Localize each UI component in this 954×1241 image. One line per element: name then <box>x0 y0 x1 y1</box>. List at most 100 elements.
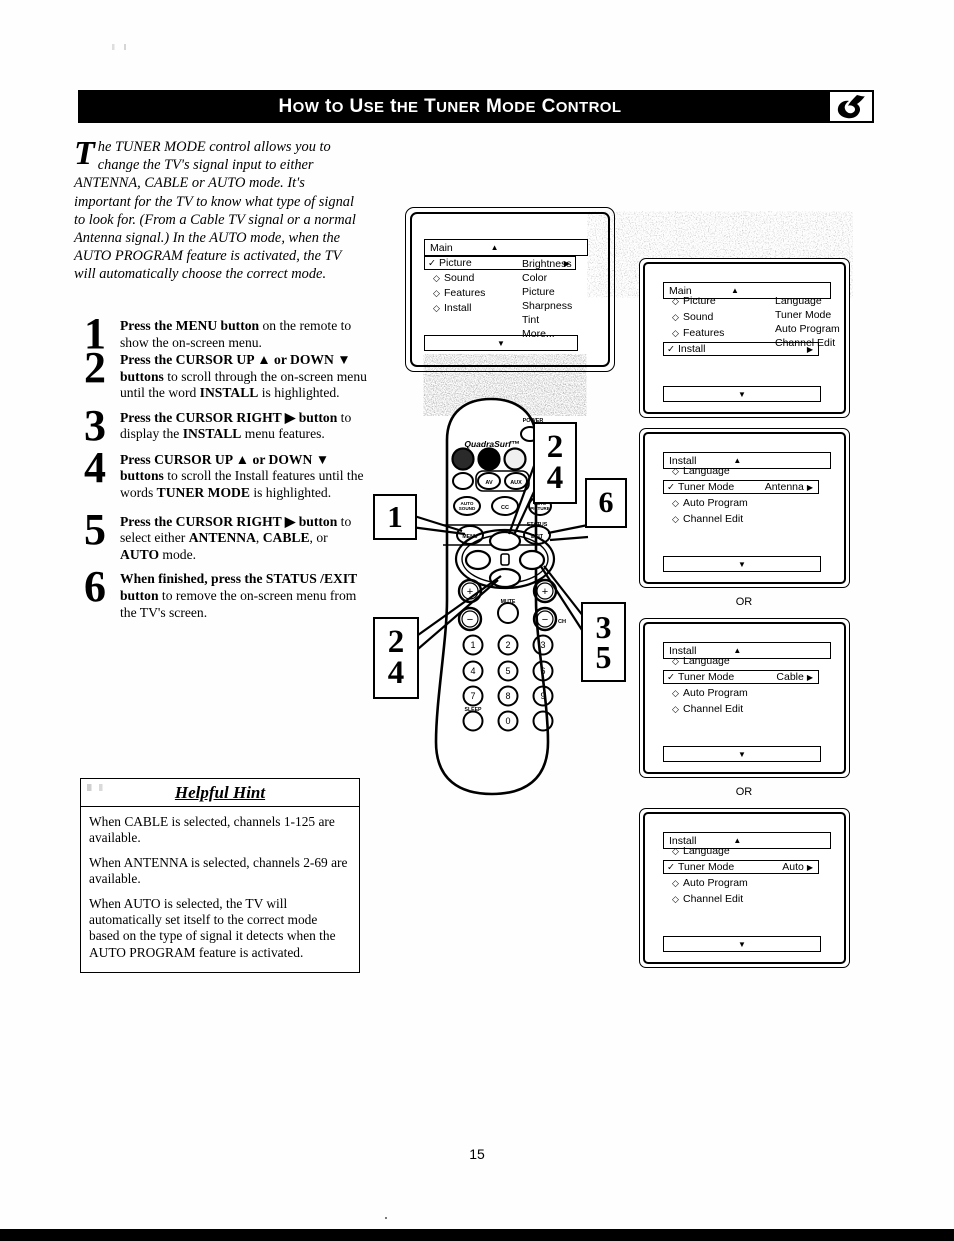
page-header-banner: HOW tO USE tHE TUNER MODE CONTROL <box>78 90 874 123</box>
callout-4-label: 4 <box>387 655 405 691</box>
osd-row-channel-edit[interactable]: ◇ Channel Edit <box>669 512 819 526</box>
osd-row-label: Sound <box>444 272 475 284</box>
osd-row-label: Channel Edit <box>683 703 744 715</box>
osd-scroll-down-bar[interactable]: ▼ <box>663 746 821 762</box>
osd-diamond-icon: ◇ <box>433 287 440 298</box>
osd-submenu-item[interactable]: Color <box>522 271 572 285</box>
osd-diamond-icon: ◇ <box>672 497 679 508</box>
osd-row-label: Language <box>683 465 730 477</box>
helpful-hint-paragraph-2: When ANTENNA is selected, channels 2-69 … <box>89 854 348 887</box>
osd-submenu-item[interactable]: Tuner Mode <box>775 308 840 322</box>
osd-row-label: Auto Program <box>683 497 748 509</box>
instruction-step-5: 5 Press the CURSOR RIGHT ▶ button to sele… <box>78 507 368 564</box>
osd-row-value: Auto <box>782 861 804 873</box>
step-text-6: When finished, press the STATUS /EXIT bu… <box>120 571 357 620</box>
osd-row-channel-edit[interactable]: ◇ Channel Edit <box>669 702 819 716</box>
osd-row-tuner-mode[interactable]: ✓ Tuner Mode Antenna ▶ <box>663 480 819 494</box>
osd-scroll-down-bar[interactable]: ▼ <box>424 335 578 351</box>
osd-check-icon: ✓ <box>428 257 436 269</box>
osd-row-label: Picture <box>439 257 472 269</box>
osd-submenu-column: Language Tuner Mode Auto Program Channel Ed… <box>775 294 840 350</box>
osd-right-arrow-icon[interactable]: ▶ <box>807 863 815 872</box>
osd-row-channel-edit[interactable]: ◇ Channel Edit <box>669 892 819 906</box>
svg-text:9: 9 <box>540 691 545 701</box>
callout-4-top-label: 4 <box>546 460 564 496</box>
step-text-1: Press the MENU button on the remote to s… <box>120 318 352 350</box>
osd-row-label: Channel Edit <box>683 893 744 905</box>
osd-submenu-item[interactable]: Sharpness <box>522 299 572 313</box>
osd-row-tuner-mode[interactable]: ✓ Tuner Mode Auto ▶ <box>663 860 819 874</box>
callout-step-6: 6 <box>585 478 627 528</box>
osd-submenu-item[interactable]: Brightness <box>522 257 572 271</box>
osd-row-language[interactable]: ◇ Language <box>669 844 819 858</box>
callout-3-label: 3 <box>595 608 612 645</box>
osd-diamond-icon: ◇ <box>672 845 679 856</box>
osd-right-arrow-icon[interactable]: ▶ <box>807 483 815 492</box>
osd-title-label: Main <box>430 241 453 254</box>
step-text-5: Press the CURSOR RIGHT ▶ button to selec… <box>120 513 352 562</box>
osd-row-label: Tuner Mode <box>678 481 735 493</box>
svg-text:PICTURE: PICTURE <box>530 506 549 511</box>
osd-diamond-icon: ◇ <box>672 687 679 698</box>
osd-row-label: Language <box>683 845 730 857</box>
svg-text:+: + <box>467 586 473 598</box>
philips-swirl-logo-icon <box>830 92 872 121</box>
svg-text:CC: CC <box>501 505 509 511</box>
osd-submenu-item[interactable]: Picture <box>522 285 572 299</box>
page-number: 15 <box>469 1146 485 1162</box>
svg-text:CH: CH <box>558 619 566 625</box>
osd-row-value: Antenna <box>764 481 804 493</box>
svg-text:+: + <box>542 586 548 598</box>
osd-row-label: Sound <box>683 311 714 323</box>
svg-text:MENU: MENU <box>462 534 478 540</box>
osd-scroll-down-bar[interactable]: ▼ <box>663 386 821 402</box>
osd-row-label: Install <box>444 302 472 314</box>
osd-row-auto-program[interactable]: ◇ Auto Program <box>669 876 819 890</box>
osd-submenu-item[interactable]: Auto Program <box>775 322 840 336</box>
osd-row-tuner-mode[interactable]: ✓ Tuner Mode Cable ▶ <box>663 670 819 684</box>
osd-title-bar[interactable]: Main ▲ <box>424 239 588 256</box>
instruction-step-4: 4 Press CURSOR UP ▲ or DOWN ▼ buttons to … <box>78 445 368 502</box>
osd-scroll-down-bar[interactable]: ▼ <box>663 936 821 952</box>
osd-submenu-item[interactable]: Tint <box>522 313 572 327</box>
osd-scroll-down-icon[interactable]: ▼ <box>497 339 505 348</box>
osd-diamond-icon: ◇ <box>672 311 679 322</box>
scan-edge-band <box>0 1229 954 1241</box>
osd-row-label: Auto Program <box>683 877 748 889</box>
osd-diamond-icon: ◇ <box>672 295 679 306</box>
step-text-4: Press CURSOR UP ▲ or DOWN ▼ buttons to s… <box>120 451 364 500</box>
osd-menu-menu-main-install: Main ▲ ◇ Picture ◇ Sound ◇ Features ✓ Install ▶ Lan… <box>641 282 846 407</box>
osd-row-auto-program[interactable]: ◇ Auto Program <box>669 686 819 700</box>
svg-text:EXIT: EXIT <box>531 534 544 540</box>
osd-row-language[interactable]: ◇ Language <box>669 654 819 668</box>
page-title: HOW tO USE tHE TUNER MODE CONTROL <box>278 95 622 117</box>
helpful-hint-title: Helpful Hint <box>174 782 266 802</box>
osd-scroll-down-icon[interactable]: ▼ <box>738 940 746 949</box>
osd-right-arrow-icon[interactable]: ▶ <box>807 673 815 682</box>
osd-scroll-up-icon[interactable]: ▲ <box>453 243 582 252</box>
svg-text:AUX: AUX <box>510 480 522 486</box>
or-label-2: OR <box>735 786 753 798</box>
osd-scroll-down-icon[interactable]: ▼ <box>738 750 746 759</box>
osd-submenu-item[interactable]: Language <box>775 294 840 308</box>
intro-paragraph: The TUNER MODE control allows you to cha… <box>74 137 362 284</box>
osd-row-language[interactable]: ◇ Language <box>669 464 819 478</box>
osd-row-auto-program[interactable]: ◇ Auto Program <box>669 496 819 510</box>
osd-submenu-item[interactable]: Channel Edit <box>775 336 840 350</box>
osd-menu-menu-install-antenna: Install ▲ ◇ Language ✓ Tuner Mode Antenna ▶ ◇ Aut… <box>641 452 846 577</box>
osd-scroll-down-bar[interactable]: ▼ <box>663 556 821 572</box>
callout-step-1: 1 <box>373 494 417 540</box>
helpful-hint-header: Helpful Hint <box>81 779 359 807</box>
intro-text: he TUNER MODE control allows you to chan… <box>74 139 356 283</box>
step-number-5: 5 <box>84 504 106 554</box>
svg-text:8: 8 <box>505 691 510 701</box>
svg-text:3: 3 <box>540 640 545 650</box>
instruction-step-3: 3 Press the CURSOR RIGHT ▶ button to disp… <box>78 403 368 447</box>
osd-scroll-down-icon[interactable]: ▼ <box>738 390 746 399</box>
svg-text:6: 6 <box>540 666 545 676</box>
osd-scroll-down-icon[interactable]: ▼ <box>738 560 746 569</box>
osd-check-icon: ✓ <box>667 861 675 873</box>
svg-text:SOUND: SOUND <box>459 506 476 511</box>
osd-diamond-icon: ◇ <box>672 513 679 524</box>
osd-diamond-icon: ◇ <box>672 465 679 476</box>
